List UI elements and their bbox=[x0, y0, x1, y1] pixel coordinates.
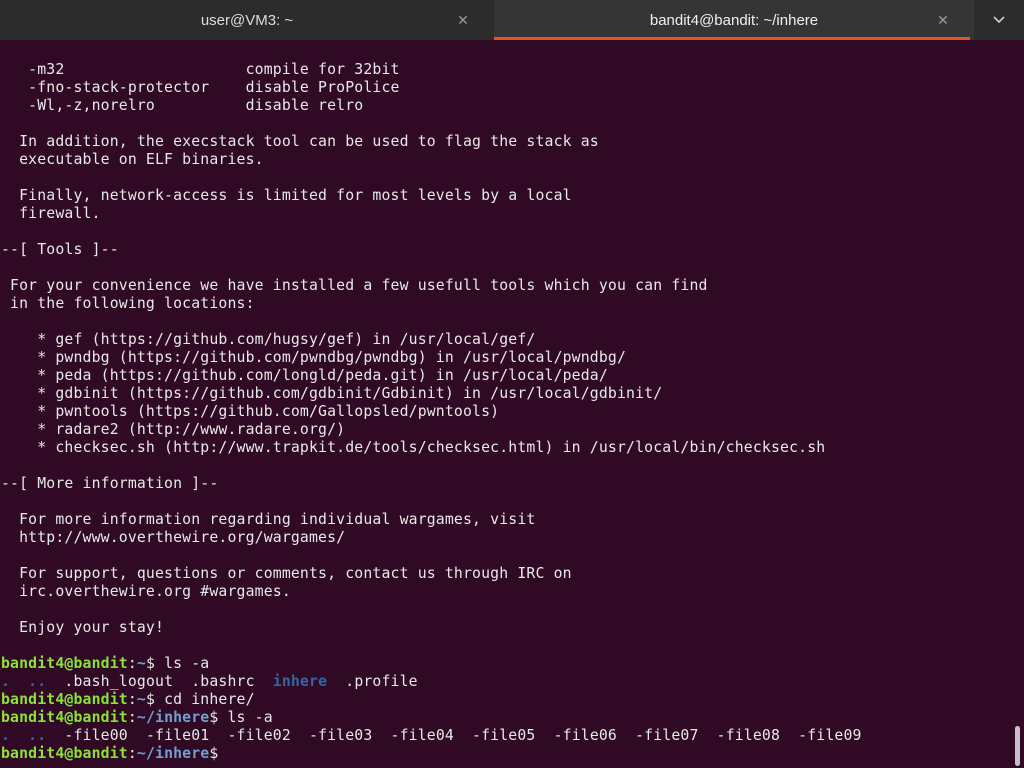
motd-line bbox=[1, 493, 862, 511]
motd-line: * pwndbg (https://github.com/pwndbg/pwnd… bbox=[1, 349, 627, 366]
prompt-user: bandit4@bandit bbox=[1, 745, 128, 762]
prompt-sep: : bbox=[127, 691, 137, 708]
motd-line: * pwntools (https://github.com/Gallopsle… bbox=[1, 403, 500, 420]
terminal-scrollbar[interactable] bbox=[1010, 41, 1024, 768]
motd-line: For your convenience we have installed a… bbox=[1, 277, 708, 294]
motd-line: * gdbinit (https://github.com/gdbinit/Gd… bbox=[1, 385, 663, 402]
terminal-cursor bbox=[218, 745, 227, 761]
terminal-window: user@VM3: ~ ✕ bandit4@bandit: ~/inhere ✕… bbox=[0, 0, 1024, 768]
directory-entry: inhere bbox=[272, 673, 328, 690]
files: .bash_logout .bashrc bbox=[64, 673, 273, 690]
prompt-user: bandit4@bandit bbox=[1, 691, 128, 708]
motd-line: firewall. bbox=[1, 205, 101, 222]
motd-line: irc.overthewire.org #wargames. bbox=[1, 583, 291, 600]
motd-line: in the following locations: bbox=[1, 295, 255, 312]
tab-menu-button[interactable] bbox=[974, 0, 1024, 40]
motd-line: * radare2 (http://www.radare.org/) bbox=[1, 421, 346, 438]
prompt-sep: : bbox=[127, 709, 137, 726]
motd-block: -m32 compile for 32bit -fno-stack-protec… bbox=[1, 61, 862, 655]
prompt-path: ~/inhere bbox=[136, 745, 210, 762]
motd-line bbox=[1, 547, 862, 565]
command: ls -a bbox=[164, 655, 210, 672]
tab-title: bandit4@bandit: ~/inhere bbox=[649, 11, 819, 29]
prompt-line: bandit4@bandit:~$ ls -a bbox=[1, 655, 862, 673]
active-tab-indicator bbox=[494, 37, 970, 40]
prompt-path: ~/inhere bbox=[136, 709, 210, 726]
terminal-lines: -m32 compile for 32bit -fno-stack-protec… bbox=[1, 61, 862, 763]
motd-line: --[ Tools ]-- bbox=[1, 241, 119, 258]
tab-user-vm3[interactable]: user@VM3: ~ ✕ bbox=[0, 0, 494, 40]
dot-dirs: . .. bbox=[1, 673, 65, 690]
motd-line: executable on ELF binaries. bbox=[1, 151, 264, 168]
motd-line bbox=[1, 223, 862, 241]
prompt-symbol: $ bbox=[209, 709, 228, 726]
prompt-line: bandit4@bandit:~/inhere$ bbox=[1, 745, 862, 763]
motd-line: Finally, network-access is limited for m… bbox=[1, 187, 572, 204]
close-icon[interactable]: ✕ bbox=[454, 11, 472, 29]
command: cd inhere/ bbox=[164, 691, 255, 708]
motd-line bbox=[1, 259, 862, 277]
tab-bandit4-inhere[interactable]: bandit4@bandit: ~/inhere ✕ bbox=[494, 0, 974, 40]
prompt-symbol: $ bbox=[145, 655, 165, 672]
terminal-output[interactable]: -m32 compile for 32bit -fno-stack-protec… bbox=[0, 41, 1010, 768]
motd-line bbox=[1, 169, 862, 187]
motd-line: For support, questions or comments, cont… bbox=[1, 565, 572, 582]
motd-line: Enjoy your stay! bbox=[1, 619, 165, 636]
prompt-sep: : bbox=[127, 745, 137, 762]
motd-line: -fno-stack-protector disable ProPolice bbox=[1, 79, 400, 96]
chevron-down-icon bbox=[993, 16, 1005, 24]
prompt-user: bandit4@bandit bbox=[1, 655, 128, 672]
files-rest: .profile bbox=[327, 673, 418, 690]
ls-output-line: . .. -file00 -file01 -file02 -file03 -fi… bbox=[1, 727, 862, 745]
motd-line: --[ More information ]-- bbox=[1, 475, 219, 492]
prompt-line: bandit4@bandit:~$ cd inhere/ bbox=[1, 691, 862, 709]
motd-line bbox=[1, 601, 862, 619]
motd-line bbox=[1, 313, 862, 331]
ls-output-line: . .. .bash_logout .bashrc inhere .profil… bbox=[1, 673, 862, 691]
command: ls -a bbox=[227, 709, 273, 726]
motd-line bbox=[1, 115, 862, 133]
prompt-path: ~ bbox=[136, 655, 146, 672]
close-icon[interactable]: ✕ bbox=[934, 11, 952, 29]
prompt-symbol: $ bbox=[145, 691, 165, 708]
scrollbar-thumb[interactable] bbox=[1015, 726, 1020, 766]
motd-line: * gef (https://github.com/hugsy/gef) in … bbox=[1, 331, 536, 348]
motd-line: -m32 compile for 32bit bbox=[1, 61, 400, 78]
tab-title: user@VM3: ~ bbox=[200, 11, 294, 29]
prompt-user: bandit4@bandit bbox=[1, 709, 128, 726]
prompt-path: ~ bbox=[136, 691, 146, 708]
motd-line: For more information regarding individua… bbox=[1, 511, 536, 528]
tab-bar: user@VM3: ~ ✕ bandit4@bandit: ~/inhere ✕ bbox=[0, 0, 1024, 40]
motd-line: * peda (https://github.com/longld/peda.g… bbox=[1, 367, 608, 384]
prompt-line: bandit4@bandit:~/inhere$ ls -a bbox=[1, 709, 862, 727]
dot-dirs: . .. bbox=[1, 727, 65, 744]
motd-line bbox=[1, 637, 862, 655]
motd-line: * checksec.sh (http://www.trapkit.de/too… bbox=[1, 439, 826, 456]
motd-line: In addition, the execstack tool can be u… bbox=[1, 133, 599, 150]
motd-line: http://www.overthewire.org/wargames/ bbox=[1, 529, 346, 546]
files: -file00 -file01 -file02 -file03 -file04 … bbox=[64, 727, 862, 744]
motd-line bbox=[1, 457, 862, 475]
prompt-sep: : bbox=[127, 655, 137, 672]
motd-line: -Wl,-z,norelro disable relro bbox=[1, 97, 364, 114]
prompt-symbol: $ bbox=[209, 745, 219, 762]
